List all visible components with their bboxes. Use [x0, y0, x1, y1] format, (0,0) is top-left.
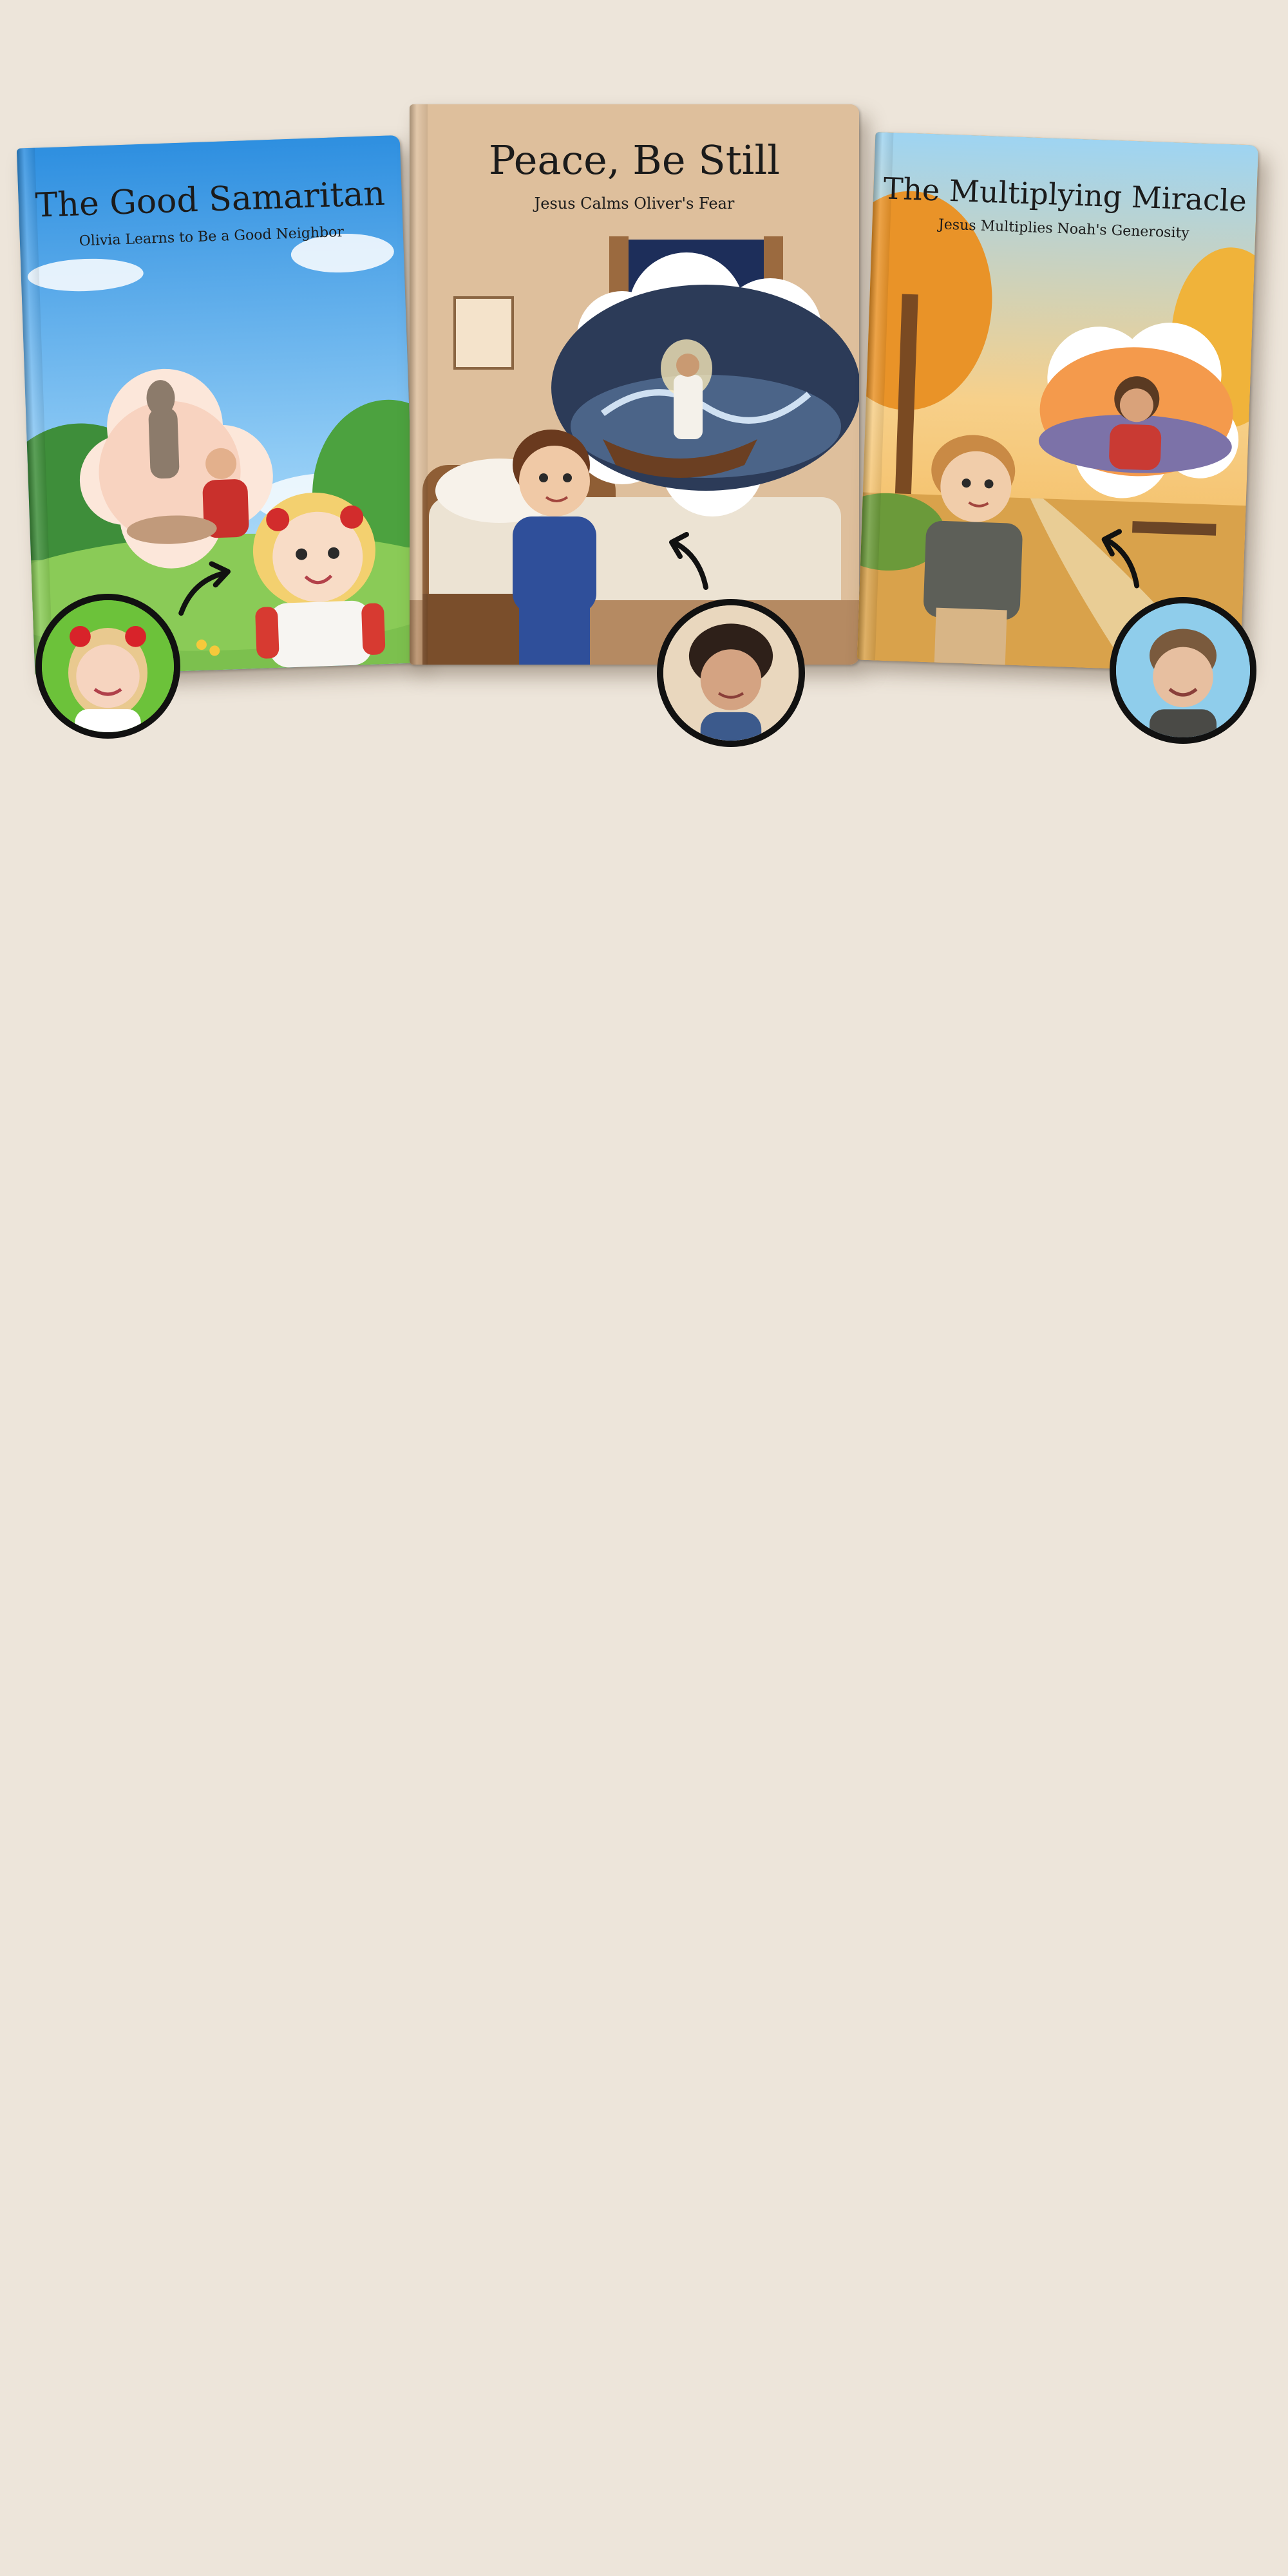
- girl-photo-avatar: [35, 594, 180, 739]
- book-title: Peace, Be Still: [488, 137, 781, 184]
- smiling-toddler-icon: [1116, 603, 1250, 737]
- girl-with-red-bows-icon: [42, 600, 174, 732]
- book-spine: [410, 104, 428, 665]
- boy-photo-avatar: [657, 599, 805, 747]
- book-subtitle: Jesus Calms Oliver's Fear: [534, 194, 735, 213]
- book-cover-multiplying-miracle[interactable]: The Multiplying Miracle Jesus Multiplies…: [857, 131, 1259, 674]
- book-cover-peace-be-still[interactable]: Peace, Be Still Jesus Calms Oliver's Fea…: [410, 104, 859, 665]
- boy-with-curly-hair-icon: [663, 605, 799, 741]
- toddler-photo-avatar: [1110, 597, 1256, 744]
- book-cover-good-samaritan[interactable]: The Good Samaritan Olivia Learns to Be a…: [16, 135, 419, 677]
- peace-be-still-illustration: [410, 104, 859, 665]
